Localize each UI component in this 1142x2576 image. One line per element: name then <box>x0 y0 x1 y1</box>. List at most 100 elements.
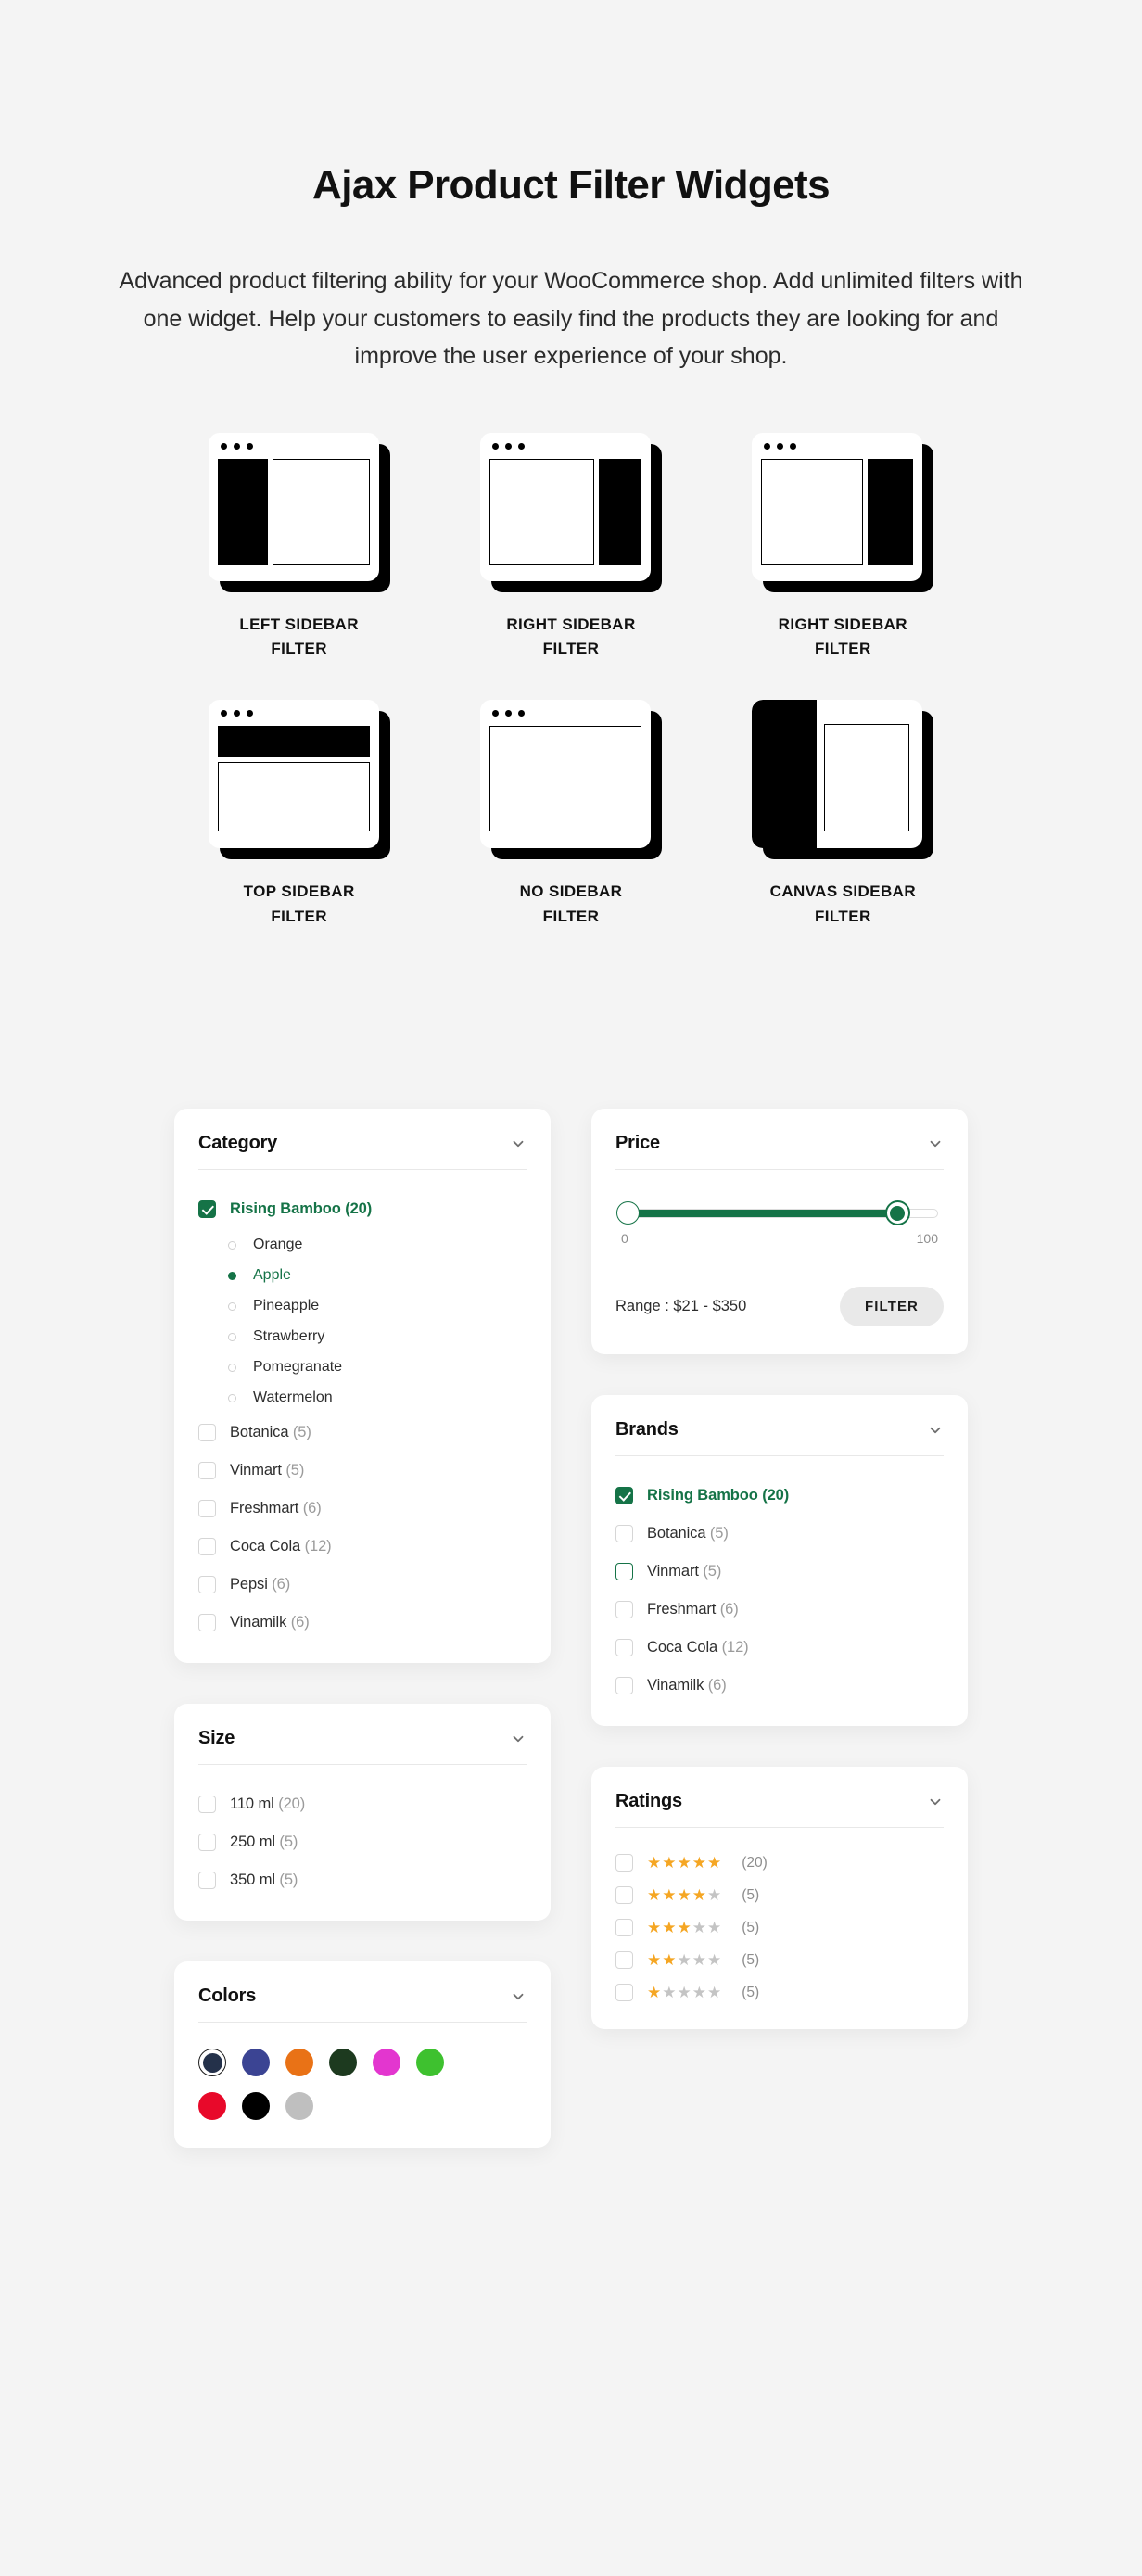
color-swatch-red[interactable] <box>198 2092 226 2120</box>
checkbox-unchecked[interactable] <box>615 1677 633 1694</box>
checkbox-unchecked[interactable] <box>615 1601 633 1618</box>
radio-unselected[interactable] <box>228 1241 236 1250</box>
slider-handle-max[interactable] <box>885 1200 910 1225</box>
rating-option-row[interactable]: ★★★★★(20) <box>615 1854 944 1872</box>
filter-button[interactable]: FILTER <box>840 1287 944 1326</box>
color-swatch-black[interactable] <box>242 2092 270 2120</box>
radio-unselected[interactable] <box>228 1302 236 1311</box>
chevron-down-icon[interactable] <box>510 1731 527 1747</box>
layout-thumbnail[interactable] <box>480 433 662 592</box>
filter-option-label: 350 ml (5) <box>230 1872 298 1889</box>
checkbox-unchecked[interactable] <box>615 1951 633 1969</box>
chevron-down-icon[interactable] <box>510 1136 527 1152</box>
category-sub-option-row[interactable]: Orange <box>228 1237 527 1253</box>
radio-selected[interactable] <box>228 1272 236 1280</box>
category-sub-option-row[interactable]: Apple <box>228 1267 527 1284</box>
category-option-row[interactable]: Pepsi (6) <box>198 1571 527 1597</box>
checkbox-unchecked[interactable] <box>198 1538 216 1555</box>
category-sub-option-row[interactable]: Strawberry <box>228 1328 527 1345</box>
layout-thumbnail[interactable] <box>752 700 933 859</box>
checkbox-unchecked[interactable] <box>198 1424 216 1441</box>
size-option-row[interactable]: 250 ml (5) <box>198 1829 527 1855</box>
layout-thumbnail[interactable] <box>209 433 390 592</box>
checkbox-unchecked[interactable] <box>198 1834 216 1851</box>
radio-unselected[interactable] <box>228 1364 236 1372</box>
checkbox-unchecked[interactable] <box>615 1639 633 1656</box>
category-option-row[interactable]: Vinmart (5) <box>198 1457 527 1483</box>
chevron-down-icon[interactable] <box>927 1136 944 1152</box>
slider-handle-min[interactable] <box>616 1201 640 1225</box>
brand-option-row[interactable]: Rising Bamboo (20) <box>615 1482 944 1508</box>
radio-unselected[interactable] <box>228 1333 236 1341</box>
checkbox-unchecked[interactable] <box>198 1872 216 1889</box>
color-swatch-grey[interactable] <box>286 2092 313 2120</box>
widget-colors-header[interactable]: Colors <box>198 1986 527 2023</box>
color-swatch-dark-green[interactable] <box>329 2049 357 2076</box>
checkbox-unchecked[interactable] <box>615 1886 633 1904</box>
filter-option-label: Vinmart (5) <box>230 1462 304 1479</box>
brand-option-row[interactable]: Coca Cola (12) <box>615 1634 944 1660</box>
brand-option-row[interactable]: Vinamilk (6) <box>615 1672 944 1698</box>
category-option-row[interactable]: Botanica (5) <box>198 1419 527 1445</box>
layout-option-5[interactable]: NO SIDEBAR FILTER <box>435 700 706 929</box>
widget-price-header[interactable]: Price <box>615 1133 944 1170</box>
checkbox-unchecked[interactable] <box>198 1462 216 1479</box>
thumb-sidebar-block <box>218 726 370 757</box>
category-option-row[interactable]: Rising Bamboo (20) <box>198 1196 527 1222</box>
category-sub-option-row[interactable]: Pomegranate <box>228 1359 527 1376</box>
checkbox-unchecked[interactable] <box>198 1576 216 1593</box>
layout-thumbnail[interactable] <box>752 433 933 592</box>
rating-option-row[interactable]: ★★★★★(5) <box>615 1984 944 2001</box>
slider-track[interactable] <box>621 1209 938 1218</box>
checkbox-unchecked[interactable] <box>615 1563 633 1580</box>
widget-brands: Brands Rising Bamboo (20) Botanica (5) Vin… <box>591 1395 968 1726</box>
price-range-slider[interactable]: 0 100 <box>615 1196 944 1246</box>
filter-option-label: Freshmart (6) <box>230 1500 322 1517</box>
brand-option-row[interactable]: Vinmart (5) <box>615 1558 944 1584</box>
category-option-row[interactable]: Freshmart (6) <box>198 1495 527 1521</box>
layout-thumbnail[interactable] <box>209 700 390 859</box>
size-option-row[interactable]: 350 ml (5) <box>198 1867 527 1893</box>
rating-option-row[interactable]: ★★★★★(5) <box>615 1951 944 1969</box>
color-swatch-green[interactable] <box>416 2049 444 2076</box>
widget-category-header[interactable]: Category <box>198 1133 527 1170</box>
chevron-down-icon[interactable] <box>510 1988 527 2005</box>
layout-option-4[interactable]: TOP SIDEBAR FILTER <box>163 700 435 929</box>
checkbox-unchecked[interactable] <box>615 1854 633 1872</box>
layout-option-3[interactable]: RIGHT SIDEBAR FILTER <box>707 433 979 662</box>
color-swatch-navy[interactable] <box>198 2049 226 2076</box>
widget-category-body: Rising Bamboo (20) Orange Apple Pineapple St… <box>198 1170 527 1635</box>
widget-ratings-header[interactable]: Ratings <box>615 1791 944 1828</box>
checkbox-unchecked[interactable] <box>615 1919 633 1936</box>
color-swatch-magenta[interactable] <box>373 2049 400 2076</box>
checkbox-unchecked[interactable] <box>198 1614 216 1631</box>
color-swatch-orange[interactable] <box>286 2049 313 2076</box>
widget-size-header[interactable]: Size <box>198 1728 527 1765</box>
rating-option-row[interactable]: ★★★★★(5) <box>615 1919 944 1936</box>
chevron-down-icon[interactable] <box>927 1422 944 1439</box>
checkbox-unchecked[interactable] <box>615 1525 633 1542</box>
layout-option-2[interactable]: RIGHT SIDEBAR FILTER <box>435 433 706 662</box>
category-option-row[interactable]: Coca Cola (12) <box>198 1533 527 1559</box>
layout-option-1[interactable]: LEFT SIDEBAR FILTER <box>163 433 435 662</box>
checkbox-checked[interactable] <box>198 1200 216 1218</box>
category-sub-option-row[interactable]: Watermelon <box>228 1390 527 1406</box>
checkbox-unchecked[interactable] <box>615 1984 633 2001</box>
size-option-row[interactable]: 110 ml (20) <box>198 1791 527 1817</box>
chevron-down-icon[interactable] <box>927 1794 944 1810</box>
brand-option-row[interactable]: Botanica (5) <box>615 1520 944 1546</box>
widget-brands-header[interactable]: Brands <box>615 1419 944 1456</box>
rating-option-row[interactable]: ★★★★★(5) <box>615 1886 944 1904</box>
radio-unselected[interactable] <box>228 1394 236 1402</box>
category-sub-option-row[interactable]: Pineapple <box>228 1298 527 1314</box>
brand-option-row[interactable]: Freshmart (6) <box>615 1596 944 1622</box>
layout-option-6[interactable]: CANVAS SIDEBAR FILTER <box>707 700 979 929</box>
checkbox-unchecked[interactable] <box>198 1500 216 1517</box>
color-swatch-indigo[interactable] <box>242 2049 270 2076</box>
category-option-row[interactable]: Vinamilk (6) <box>198 1609 527 1635</box>
filter-option-label: 110 ml (20) <box>230 1796 305 1813</box>
checkbox-checked[interactable] <box>615 1487 633 1504</box>
color-swatch-dot <box>198 2092 226 2120</box>
checkbox-unchecked[interactable] <box>198 1796 216 1813</box>
layout-thumbnail[interactable] <box>480 700 662 859</box>
